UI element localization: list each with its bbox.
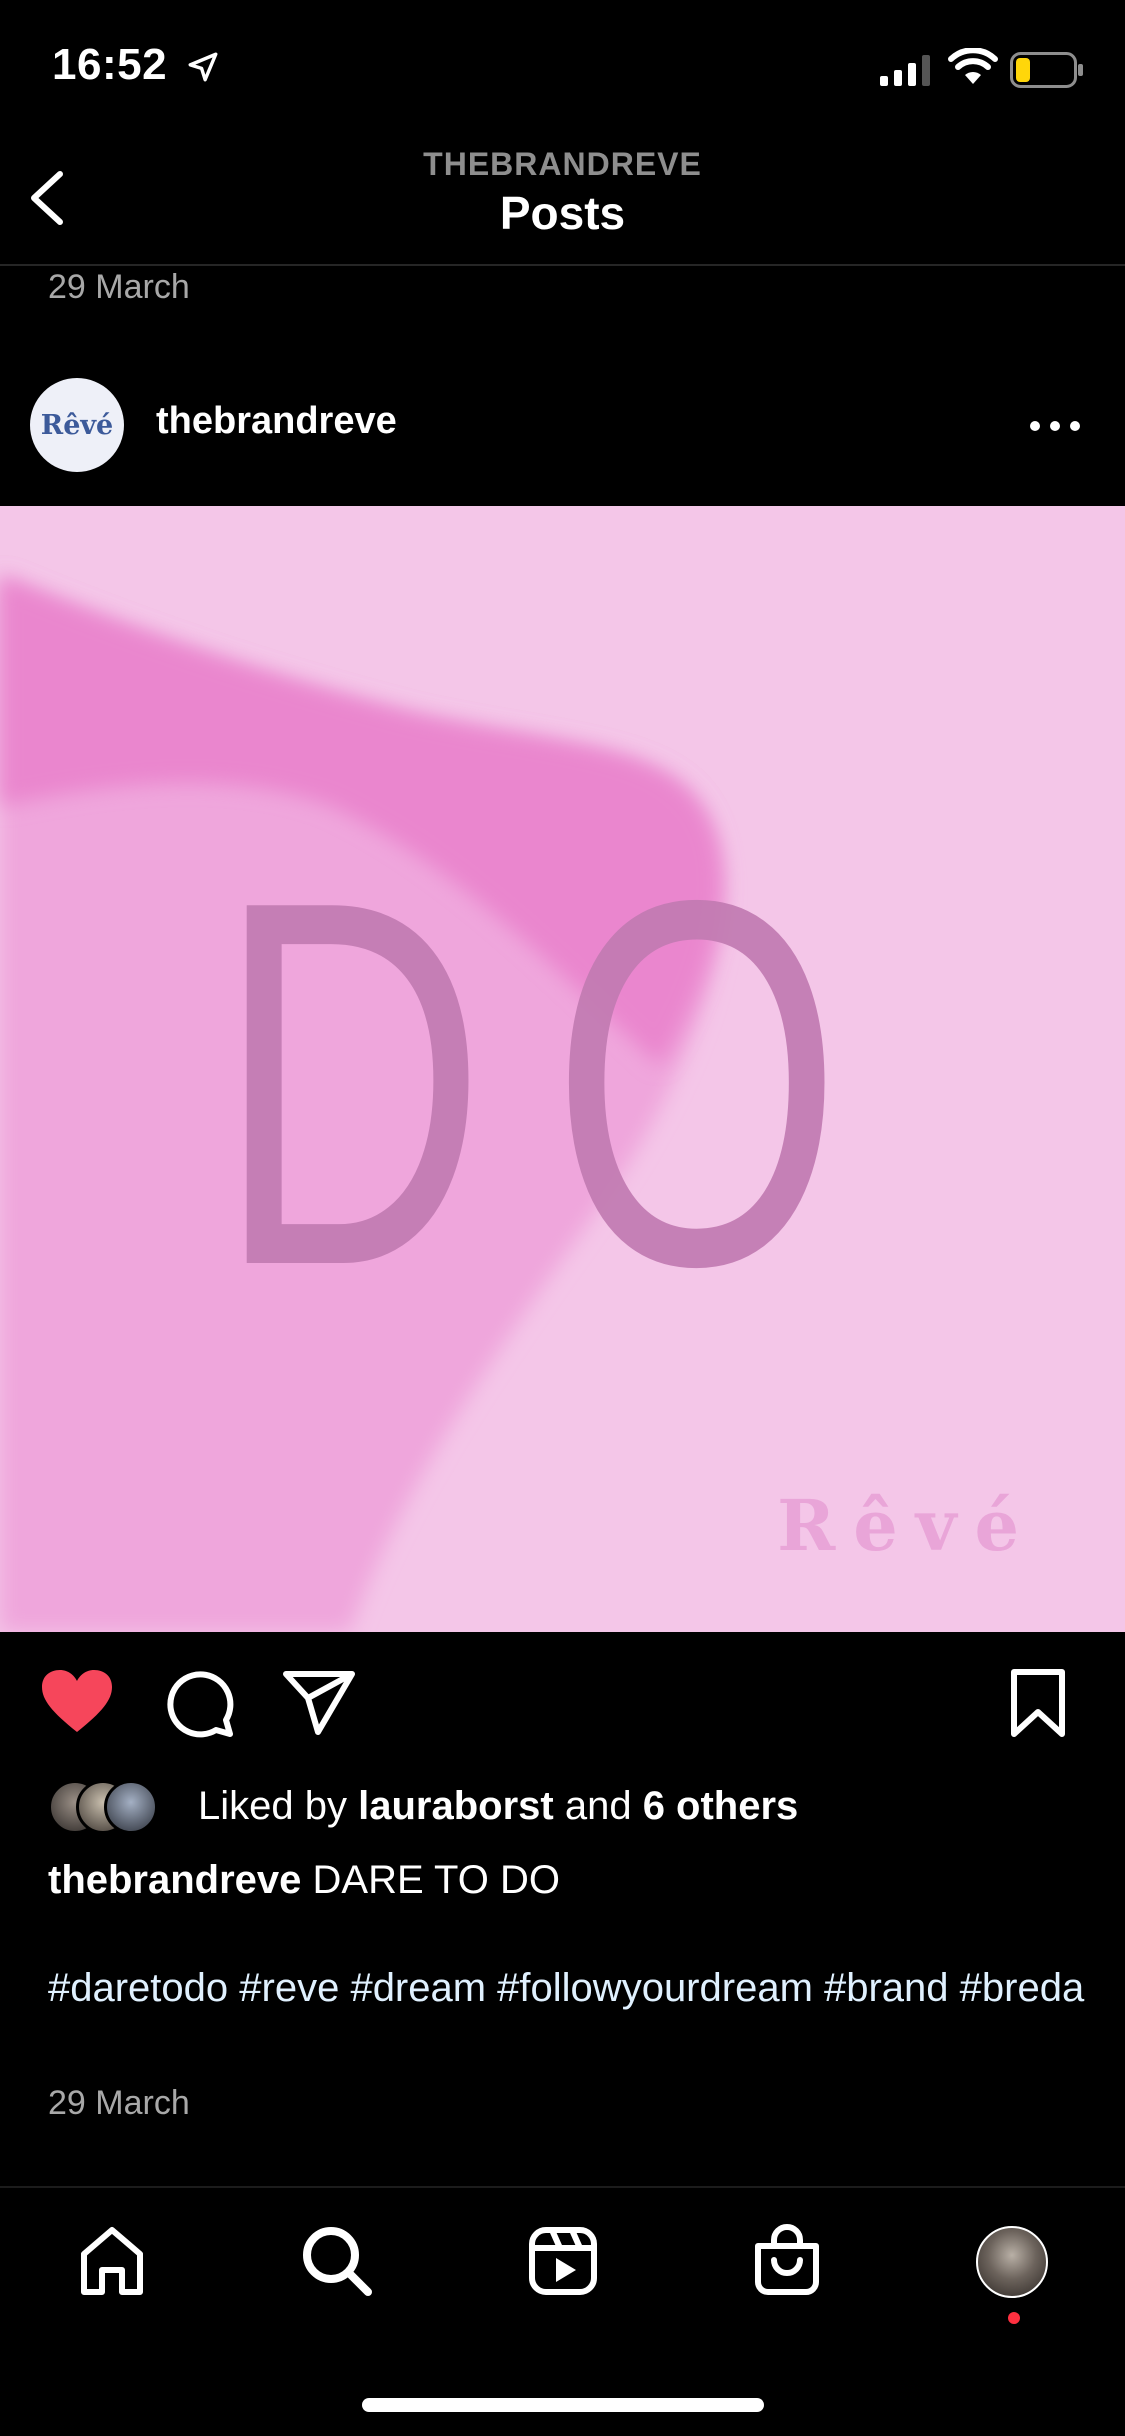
post-hashtags[interactable]: #daretodo #reve #dream #followyourdream …: [48, 1964, 1088, 2012]
header-divider: [0, 264, 1125, 266]
profile-icon[interactable]: [976, 2226, 1048, 2298]
post-caption: thebrandreve DARE TO DO: [48, 1858, 560, 1903]
battery-icon: [1010, 52, 1083, 88]
image-brand-mark: Rêvé: [777, 1484, 1037, 1567]
bookmark-icon[interactable]: [1010, 1668, 1066, 1738]
post-date: 29 March: [48, 2084, 190, 2122]
likes-middle: and: [553, 1784, 643, 1828]
likes-text[interactable]: Liked by lauraborst and 6 others: [198, 1784, 798, 1829]
tab-bar-divider: [0, 2186, 1125, 2188]
home-indicator[interactable]: [362, 2398, 764, 2412]
post-username[interactable]: thebrandreve: [156, 400, 397, 443]
page-title: Posts: [499, 187, 626, 239]
post-image[interactable]: DO Rêvé: [0, 506, 1125, 1632]
comment-icon[interactable]: [164, 1668, 234, 1738]
header-account-name: THEBRANDREVE: [423, 146, 702, 182]
cellular-signal-icon: [880, 55, 930, 86]
status-time: 16:52: [52, 40, 168, 89]
likes-user[interactable]: lauraborst: [358, 1784, 554, 1828]
post-avatar[interactable]: Rêvé: [30, 378, 124, 472]
avatar-logo-text: Rêvé: [40, 409, 114, 441]
caption-username[interactable]: thebrandreve: [48, 1858, 301, 1902]
home-icon[interactable]: [78, 2226, 146, 2296]
heart-icon[interactable]: [40, 1668, 114, 1736]
search-icon[interactable]: [302, 2226, 372, 2296]
image-headline-text: DO: [216, 793, 908, 1374]
location-arrow-icon: [188, 52, 218, 82]
likes-others[interactable]: 6 others: [643, 1784, 799, 1828]
likes-prefix: Liked by: [198, 1784, 359, 1828]
wifi-icon: [948, 48, 998, 84]
more-options-icon[interactable]: [1030, 408, 1080, 444]
caption-text: DARE TO DO: [301, 1858, 560, 1902]
notification-dot: [1008, 2312, 1020, 2324]
share-icon[interactable]: [282, 1670, 356, 1736]
shop-icon[interactable]: [752, 2222, 822, 2296]
reels-icon[interactable]: [528, 2226, 598, 2296]
liker-avatars[interactable]: [48, 1780, 178, 1834]
previous-post-date: 29 March: [48, 268, 190, 306]
